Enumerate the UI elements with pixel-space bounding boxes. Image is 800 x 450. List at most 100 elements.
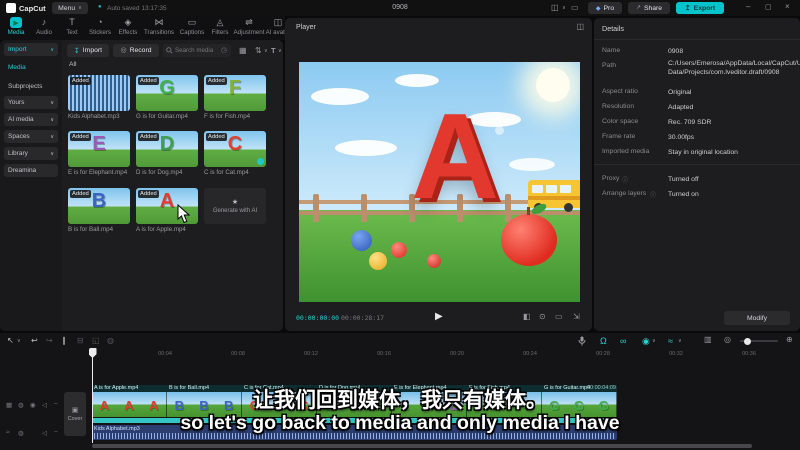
record-icon: ◎ [120,47,127,54]
select-tool-icon[interactable]: ↖ [7,336,14,345]
snapshot-icon[interactable]: ⊙ [539,313,546,321]
delete-icon[interactable]: ⊟ [77,336,84,345]
video-viewport[interactable]: A [299,62,580,302]
tab-transitions[interactable]: ⋈ Transitions [142,15,176,40]
zoom-slider[interactable] [740,337,778,345]
maximize-button[interactable]: ▢ [765,4,772,11]
layout-resize-icon[interactable]: ◫ [551,4,559,12]
bus-stripe [528,196,580,200]
waveform-toggle-icon[interactable]: ≈ [668,336,673,346]
compare-icon[interactable]: ◧ [523,313,531,321]
sidebar-item-import[interactable]: Import ∨ [4,43,58,56]
ratio-icon[interactable]: ▭ [555,313,563,321]
export-icon: ↥ [684,5,691,12]
filter-type-icon[interactable]: T [271,47,276,55]
sidebar-item-dreamina[interactable]: Dreamina [4,164,58,177]
tab-text[interactable]: T Text [58,15,86,40]
tab-adjustment[interactable]: ⇌ Adjustment [232,15,266,40]
media-item-e-elephant[interactable]: E Added [68,131,130,167]
mask-icon[interactable]: ◍ [107,336,114,345]
tab-stickers[interactable]: ◔ Stickers [86,15,114,40]
search-history-icon[interactable]: ◷ [221,47,227,54]
menu-button[interactable]: Menu ∨ [52,2,88,14]
split-icon[interactable]: ∥ [62,336,66,345]
sidebar-item-spaces[interactable]: Spaces ∨ [4,130,58,143]
mouse-cursor [177,204,191,224]
voiceover-mic-icon[interactable] [578,336,586,346]
pro-button[interactable]: ◆ Pro [588,2,622,14]
filter-chevron-icon[interactable]: ∨ [278,49,282,54]
media-item-f-fish[interactable]: F Added [204,75,266,111]
player-detach-icon[interactable]: ◫ [576,23,584,31]
arrange-layers-value: Turned on [668,191,699,198]
tab-audio[interactable]: ♪ Audio [30,15,58,40]
snap-toggle-icon[interactable]: ◉ [642,336,650,347]
fit-timeline-icon[interactable]: ◎ [724,336,731,344]
tab-captions[interactable]: ▭ Captions [178,15,206,40]
detail-label: Name [602,47,621,54]
redo-icon[interactable]: ↪ [46,336,53,345]
search-input[interactable] [175,47,219,54]
media-item-d-dog[interactable]: D Added [136,131,198,167]
detail-label: Resolution [602,103,635,110]
sidebar-item-ai-media[interactable]: AI media ∨ [4,113,58,126]
scene-letter-a: A [411,88,500,224]
media-item-kids-alphabet[interactable]: Added [68,75,130,111]
info-icon[interactable]: ⓘ [622,175,628,184]
info-icon[interactable]: ⓘ [650,190,656,199]
modify-button[interactable]: Modify [724,311,790,325]
export-button[interactable]: ↥ Export [676,2,724,14]
close-button[interactable]: × [785,3,790,11]
undo-icon[interactable]: ↩ [31,336,38,345]
cloud [509,158,555,171]
timeline-scrollbar[interactable] [92,444,752,448]
media-item-label: Kids Alphabet.mp3 [68,113,120,120]
media-section-all[interactable]: All [69,61,77,68]
search-box[interactable]: ◷ [163,44,231,57]
title-bar: CapCut Menu ∨ ● Auto saved 13:17:35 0908 … [0,0,800,16]
zoom-in-icon[interactable]: ⊕ [786,336,793,344]
media-item-c-cat[interactable]: C Added [204,131,266,167]
sidebar-item-library[interactable]: Library ∨ [4,147,58,160]
ball-yellow [369,252,387,270]
grid-view-icon[interactable]: ▦ [239,47,247,55]
ruler-label: 00:36 [742,351,756,357]
sort-chevron-icon[interactable]: ∨ [264,49,268,54]
media-item-g-guitar[interactable]: G Added [136,75,198,111]
record-button[interactable]: ◎ Record [113,44,159,57]
sort-icon[interactable]: ⇅ [255,47,262,55]
layout-chevron-icon[interactable]: ∨ [562,6,566,11]
timeline-ruler[interactable]: 00:04 00:08 00:12 00:16 00:20 00:24 00:2… [0,348,800,361]
detail-value: Stay in original location [668,149,738,156]
crop-icon[interactable]: ◱ [92,336,100,345]
sidebar-item-yours[interactable]: Yours ∨ [4,96,58,109]
waveform-chevron-icon[interactable]: ∨ [678,339,682,344]
sidebar-item-subprojects[interactable]: Subprojects [8,83,42,90]
chevron-down-icon: ∨ [50,133,54,140]
preview-quality-icon[interactable]: ▥ [704,336,712,344]
share-button[interactable]: ↗ Share [628,2,670,14]
school-bus [528,180,580,212]
sidebar-item-media[interactable]: Media [8,64,26,71]
audio-icon: ♪ [41,17,47,27]
select-chevron-icon[interactable]: ∨ [17,339,21,344]
zoom-slider-handle[interactable] [744,337,751,345]
ruler-label: 00:24 [523,351,537,357]
divider [594,39,800,40]
generate-with-ai-tile[interactable]: ★ Generate with AI [204,188,266,224]
snap-chevron-icon[interactable]: ∨ [652,339,656,344]
tab-filters[interactable]: ◬ Filters [206,15,234,40]
magnet-toggle-icon[interactable]: Ω [600,336,607,346]
media-item-b-ball[interactable]: B Added [68,188,130,224]
tab-media[interactable]: ▶ Media [2,15,30,40]
link-toggle-icon[interactable]: ∞ [620,336,626,346]
stickers-icon: ◔ [97,17,103,27]
apple [501,201,557,266]
filters-icon: ◬ [216,17,224,27]
tab-effects[interactable]: ◈ Effects [114,15,142,40]
import-button[interactable]: ↧ Import [67,44,109,57]
fullscreen-icon[interactable]: ⇲ [573,313,580,321]
layout-compact-icon[interactable]: ▭ [571,4,579,12]
play-button[interactable]: ▶ [435,311,443,322]
minimize-button[interactable]: – [746,3,750,11]
